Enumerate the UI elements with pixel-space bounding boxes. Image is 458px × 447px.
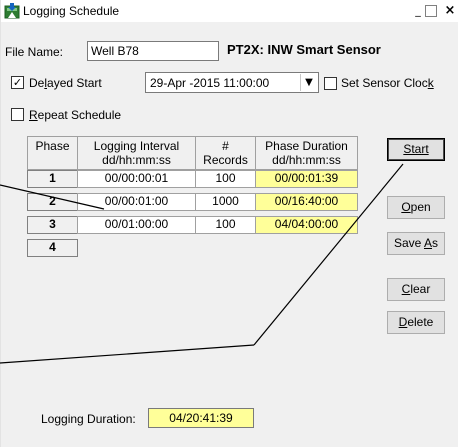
sensor-type-label: PT2X: INW Smart Sensor <box>227 42 381 57</box>
minimize-button[interactable]: _ <box>411 4 425 18</box>
header-phase-duration-line1: Phase Duration <box>265 139 348 153</box>
close-button[interactable]: × <box>443 4 457 18</box>
repeat-schedule-checkbox[interactable] <box>11 108 24 121</box>
row2-records-cell[interactable]: 1000 <box>195 193 256 211</box>
title-bar: Logging Schedule _ × <box>1 0 458 22</box>
chevron-down-icon[interactable]: ▼ <box>300 74 317 91</box>
row1-records-cell[interactable]: 100 <box>195 170 256 188</box>
logging-schedule-window: Logging Schedule _ × File Name: Well B78… <box>0 0 458 447</box>
header-logging-interval: Logging Interval dd/hh:mm:ss <box>77 136 196 170</box>
save-as-button[interactable]: Save As <box>387 232 445 255</box>
app-icon <box>4 3 20 19</box>
row1-interval-cell[interactable]: 00/00:00:01 <box>77 170 196 188</box>
set-sensor-clock-checkbox[interactable] <box>324 77 337 90</box>
delayed-start-label: Delayed Start <box>29 76 102 90</box>
row3-records-cell[interactable]: 100 <box>195 216 256 234</box>
row2-duration-cell: 00/16:40:00 <box>255 193 358 211</box>
start-datetime-value: 29-Apr -2015 11:00:00 <box>150 76 270 90</box>
row-phase-4[interactable]: 4 <box>27 239 78 257</box>
header-records-line2: Records <box>203 153 248 167</box>
row1-duration-cell: 00/00:01:39 <box>255 170 358 188</box>
clear-button[interactable]: Clear <box>387 278 445 301</box>
start-datetime-dropdown[interactable]: 29-Apr -2015 11:00:00 ▼ <box>145 72 319 93</box>
logging-duration-label: Logging Duration: <box>41 412 136 426</box>
row2-interval-cell[interactable]: 00/00:01:00 <box>77 193 196 211</box>
row-phase-2[interactable]: 2 <box>27 193 78 211</box>
delayed-start-checkbox[interactable]: ✓ <box>11 76 24 89</box>
delete-button[interactable]: Delete <box>387 311 445 334</box>
row3-duration-cell: 04/04:00:00 <box>255 216 358 234</box>
logging-duration-value: 04/20:41:39 <box>148 408 254 428</box>
repeat-schedule-label: Repeat Schedule <box>29 108 122 122</box>
window-title: Logging Schedule <box>23 4 120 18</box>
header-records-line1: # <box>222 139 229 153</box>
header-phase-duration-line2: dd/hh:mm:ss <box>272 153 341 167</box>
row3-interval-cell[interactable]: 00/01:00:00 <box>77 216 196 234</box>
file-name-input[interactable]: Well B78 <box>87 41 219 61</box>
row-phase-1[interactable]: 1 <box>27 170 78 188</box>
start-button[interactable]: Start <box>387 138 445 161</box>
header-phase-duration: Phase Duration dd/hh:mm:ss <box>255 136 358 170</box>
header-logging-interval-line1: Logging Interval <box>93 139 180 153</box>
header-logging-interval-line2: dd/hh:mm:ss <box>102 153 171 167</box>
set-sensor-clock-label: Set Sensor Clock <box>341 76 434 90</box>
maximize-button[interactable] <box>425 5 437 17</box>
row-phase-3[interactable]: 3 <box>27 216 78 234</box>
header-records: # Records <box>195 136 256 170</box>
file-name-label: File Name: <box>5 45 64 59</box>
open-button[interactable]: Open <box>387 196 445 219</box>
header-phase: Phase <box>27 136 78 170</box>
